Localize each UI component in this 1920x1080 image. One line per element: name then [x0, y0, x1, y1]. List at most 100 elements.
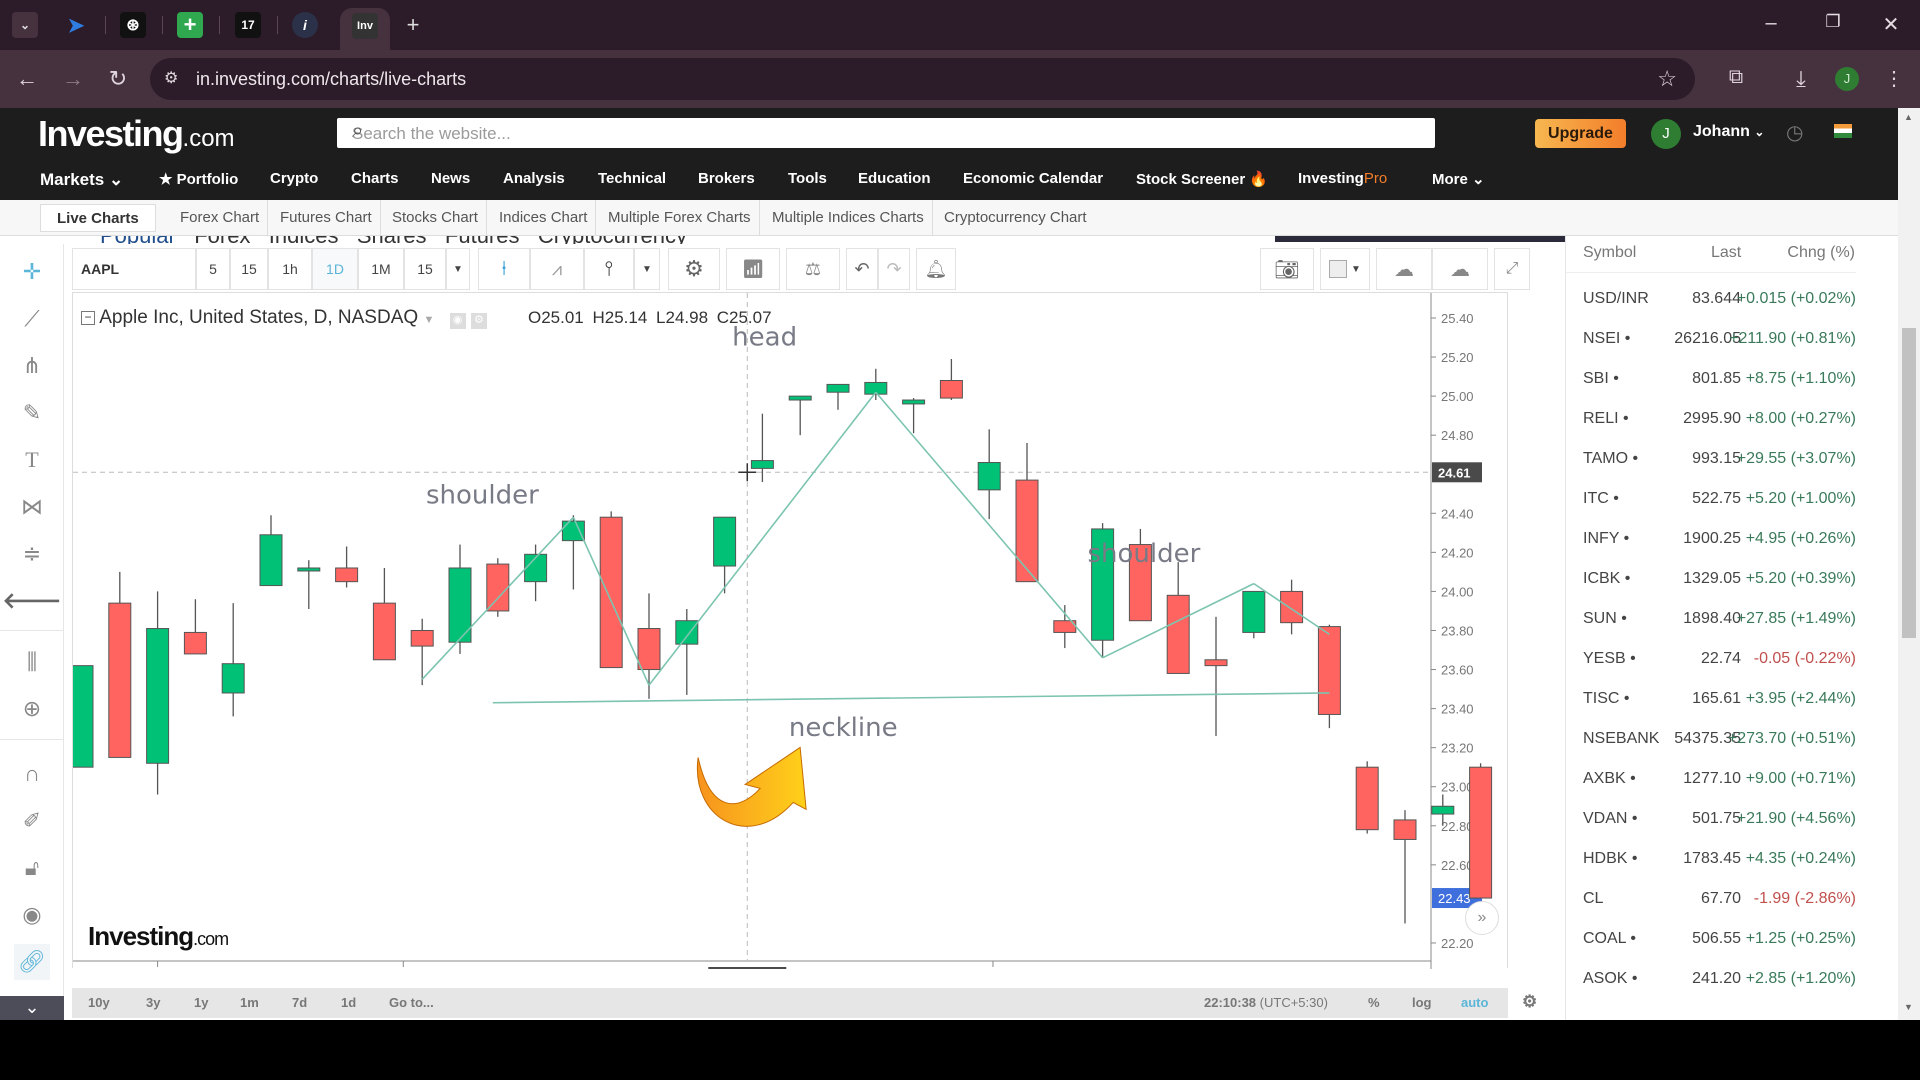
undo-icon[interactable]: ↶ — [846, 248, 878, 290]
clock-icon[interactable]: ◷ — [1786, 120, 1803, 145]
subnav-multiple-forex-charts[interactable]: Multiple Forex Charts — [600, 200, 760, 235]
log-scale-toggle[interactable]: log — [1412, 995, 1432, 1010]
watchlist-symbol[interactable]: COAL • — [1583, 930, 1636, 948]
interval-1d[interactable]: 1D — [312, 248, 358, 290]
range-7d[interactable]: 7d — [292, 995, 307, 1010]
nav-education[interactable]: Education — [858, 170, 931, 187]
scroll-to-latest-button[interactable]: » — [1465, 901, 1499, 935]
nav-investingpro[interactable]: InvestingPro — [1298, 170, 1387, 187]
tab-search-dropdown-icon[interactable]: ⌄ — [12, 12, 38, 38]
candles-type-icon[interactable]: ⍿ — [478, 248, 530, 290]
tab-investing-alt-icon[interactable]: i — [292, 12, 318, 38]
watchlist-row[interactable]: ITC • 522.75 +5.20 (+1.00%) — [1566, 480, 1871, 520]
site-info-icon[interactable]: ⚙ — [164, 68, 178, 88]
back-arrow-icon[interactable]: 🡐 — [3, 583, 62, 619]
auto-scale-toggle[interactable]: auto — [1461, 995, 1488, 1010]
trend-line-tool-icon[interactable]: ⟋ — [14, 301, 50, 337]
upgrade-button[interactable]: Upgrade — [1535, 119, 1626, 148]
eye-icon[interactable]: ◉ — [14, 897, 50, 933]
text-tool-icon[interactable]: T — [14, 442, 50, 478]
watchlist-symbol[interactable]: CL — [1583, 890, 1603, 908]
nav-charts[interactable]: Charts — [351, 170, 399, 187]
back-icon[interactable]: ← — [12, 66, 42, 92]
search-icon[interactable]: ⌕ — [352, 120, 1425, 143]
watchlist-symbol[interactable]: NSEBANK — [1583, 730, 1659, 748]
watchlist-symbol[interactable]: NSEI • — [1583, 330, 1630, 348]
watchlist-row[interactable]: COAL • 506.55 +1.25 (+0.25%) — [1566, 920, 1871, 960]
unlock-icon[interactable]: 🔓︎ — [14, 850, 50, 886]
nav-markets[interactable]: Markets ⌄ — [40, 170, 123, 190]
hide-series-icon[interactable]: ◉ — [449, 313, 466, 329]
watchlist-symbol[interactable]: ASOK • — [1583, 970, 1638, 988]
subnav-forex-chart[interactable]: Forex Chart — [172, 200, 269, 235]
ruler-candles-icon[interactable]: ⫼ — [14, 644, 50, 680]
forward-icon[interactable]: → — [58, 66, 88, 92]
tab-openai-icon[interactable]: ⊛ — [120, 12, 146, 38]
watchlist-row[interactable]: ASOK • 241.20 +2.85 (+1.20%) — [1566, 960, 1871, 1000]
interval-5[interactable]: 5 — [196, 248, 230, 290]
goto-date[interactable]: Go to... — [389, 995, 434, 1010]
profile-avatar[interactable]: J — [1835, 67, 1859, 91]
nav-economic-calendar[interactable]: Economic Calendar — [963, 170, 1103, 187]
watchlist-symbol[interactable]: AXBK • — [1583, 770, 1636, 788]
screenshot-camera-icon[interactable]: 📷︎ — [1260, 248, 1314, 290]
watchlist-row[interactable]: TISC • 165.61 +3.95 (+2.44%) — [1566, 680, 1871, 720]
bookmark-star-icon[interactable]: ☆ — [1657, 66, 1677, 92]
interval-custom[interactable]: 15 — [404, 248, 446, 290]
minimize-icon[interactable]: – — [1756, 12, 1786, 35]
watchlist-symbol[interactable]: TAMO • — [1583, 450, 1638, 468]
layout-select[interactable]: ▼ — [1320, 248, 1370, 290]
watchlist-symbol[interactable]: HDBK • — [1583, 850, 1638, 868]
india-flag-icon[interactable] — [1834, 124, 1852, 138]
interval-1h[interactable]: 1h — [268, 248, 312, 290]
watchlist-symbol[interactable]: ICBK • — [1583, 570, 1630, 588]
range-1m[interactable]: 1m — [240, 995, 259, 1010]
collapse-legend-icon[interactable]: − — [81, 311, 95, 325]
restore-icon[interactable]: ❐ — [1818, 12, 1848, 32]
symbol-input[interactable]: AAPL — [72, 248, 196, 290]
price-chart[interactable]: 25.40 25.20 25.00 24.80 24.40 24.20 24.00 23.80… — [72, 292, 1508, 969]
reload-icon[interactable]: ↻ — [103, 66, 133, 92]
nav-analysis[interactable]: Analysis — [503, 170, 565, 187]
pattern-tool-icon[interactable]: ⋈ — [14, 489, 50, 525]
add-alert-bell-icon[interactable]: 🔔︎ — [916, 248, 956, 290]
scrollbar-thumb[interactable] — [1902, 328, 1916, 638]
pitchfork-tool-icon[interactable]: ⋔ — [14, 348, 50, 384]
zoom-in-icon[interactable]: ⊕ — [14, 691, 50, 727]
scroll-down-icon[interactable]: ▼ — [1904, 1002, 1913, 1012]
tab-tradingview-icon[interactable]: 17 — [235, 12, 261, 38]
watchlist-header-symbol[interactable]: Symbol — [1583, 244, 1636, 262]
watchlist-row[interactable]: TAMO • 993.15 +29.55 (+3.07%) — [1566, 440, 1871, 480]
tab-bird-icon[interactable]: ➤ — [63, 12, 89, 38]
interval-dropdown-icon[interactable]: ▼ — [446, 248, 470, 290]
watchlist-row[interactable]: VDAN • 501.75 +21.90 (+4.56%) — [1566, 800, 1871, 840]
settings-gear-icon[interactable]: ⚙ — [668, 248, 720, 290]
close-window-icon[interactable]: ✕ — [1876, 12, 1906, 37]
bottom-settings-gear-icon[interactable]: ⚙ — [1522, 992, 1537, 1012]
percent-scale-toggle[interactable]: % — [1368, 995, 1380, 1010]
area-chart-icon[interactable]: ⩘ — [530, 248, 584, 290]
subnav-live-charts[interactable]: Live Charts — [40, 204, 156, 232]
watchlist-symbol[interactable]: SBI • — [1583, 370, 1619, 388]
magnet-icon[interactable]: ∩ — [14, 756, 50, 792]
url-text[interactable]: in.investing.com/charts/live-charts — [196, 69, 466, 90]
range-10y[interactable]: 10y — [88, 995, 110, 1010]
nav-crypto[interactable]: Crypto — [270, 170, 318, 187]
nav-portfolio[interactable]: ★ Portfolio — [159, 170, 238, 188]
subnav-futures-chart[interactable]: Futures Chart — [272, 200, 381, 235]
page-scrollbar[interactable]: ▲ ▼ — [1898, 108, 1920, 1020]
crosshair-tool-icon[interactable]: ✛ — [14, 254, 50, 290]
download-icon[interactable]: ⤓ — [1786, 66, 1816, 92]
watchlist-header-change[interactable]: Chng (%) — [1787, 244, 1855, 262]
watchlist-row[interactable]: SUN • 1898.40 +27.85 (+1.49%) — [1566, 600, 1871, 640]
watchlist-symbol[interactable]: VDAN • — [1583, 810, 1638, 828]
nav-tools[interactable]: Tools — [788, 170, 827, 187]
watchlist-row[interactable]: INFY • 1900.25 +4.95 (+0.26%) — [1566, 520, 1871, 560]
watchlist-row[interactable]: NSEI • 26216.05 +211.90 (+0.81%) — [1566, 320, 1871, 360]
interval-1m[interactable]: 1M — [358, 248, 404, 290]
collapse-chevron-icon[interactable]: ⌄ — [0, 996, 64, 1020]
site-search-input[interactable]: Search the website... ⌕ — [337, 118, 1435, 148]
nav-stock-screener[interactable]: Stock Screener 🔥 — [1136, 170, 1268, 188]
extensions-icon[interactable]: ⧉ — [1721, 66, 1751, 89]
nav-technical[interactable]: Technical — [598, 170, 666, 187]
